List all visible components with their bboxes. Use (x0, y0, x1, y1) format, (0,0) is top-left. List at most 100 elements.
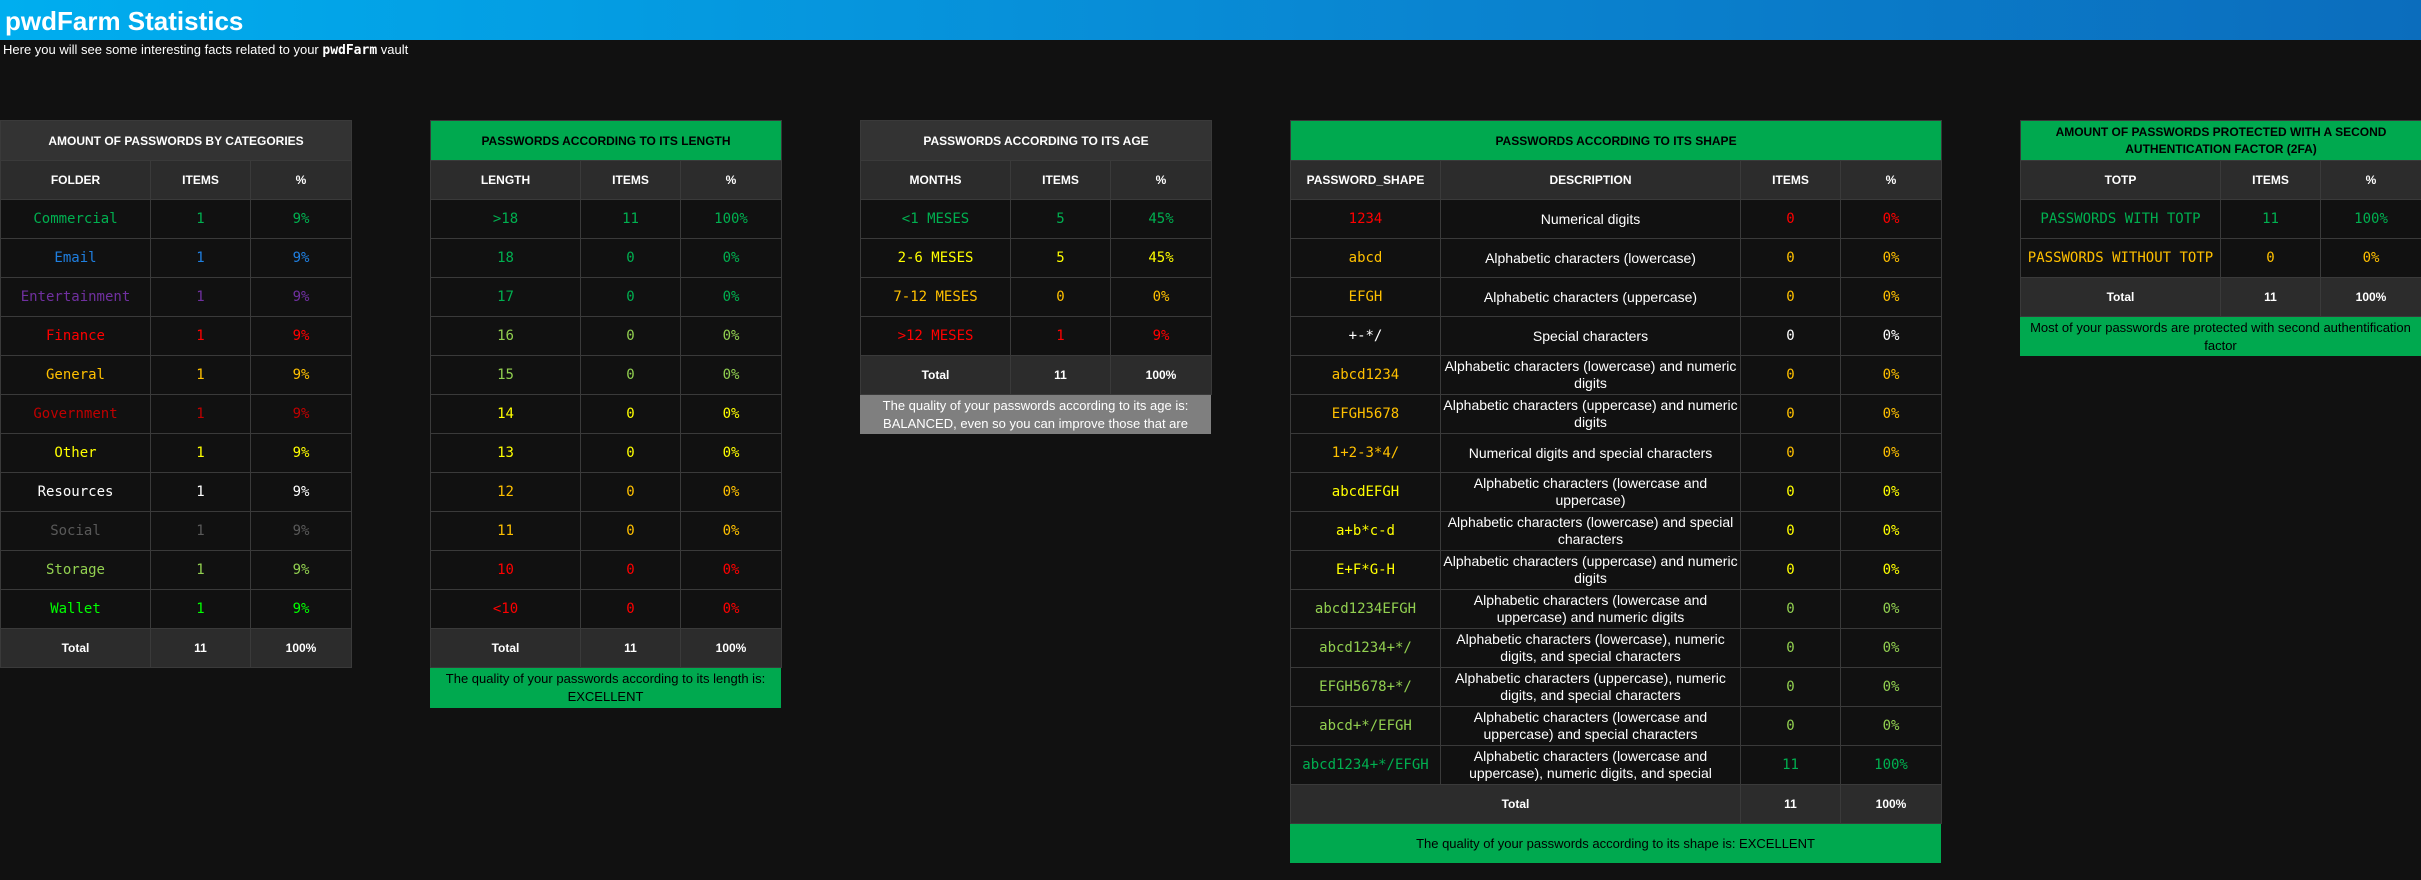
total-pct: 100% (1839, 784, 1943, 824)
table-row: a+b*c-d Alphabetic characters (lowercase)… (1290, 511, 1943, 551)
cell-label: a+b*c-d (1290, 511, 1441, 551)
table-row: 7-12 MESES 0 0% (860, 277, 1213, 317)
cell-items: 0 (1740, 199, 1841, 239)
cell-items: 0 (1740, 433, 1841, 473)
table-row: Email 1 9% (0, 238, 353, 278)
cell-pct: 9% (249, 199, 353, 239)
total-items: 11 (150, 628, 251, 668)
cell-items: 0 (1740, 550, 1841, 590)
cell-items: 0 (1740, 511, 1841, 551)
cell-label: General (0, 355, 151, 395)
cell-pct: 9% (249, 316, 353, 356)
cell-pct: 0% (679, 394, 783, 434)
cell-desc: Alphabetic characters (uppercase) and nu… (1440, 550, 1741, 590)
shape-title: PASSWORDS ACCORDING TO ITS SHAPE (1289, 120, 1943, 161)
cell-items: 1 (150, 433, 251, 473)
cell-label: 10 (430, 550, 581, 590)
cell-label: EFGH5678+*/ (1290, 667, 1441, 707)
cell-label: <10 (430, 589, 581, 629)
cell-pct: 0% (679, 238, 783, 278)
cell-pct: 0% (1839, 628, 1943, 668)
column-header: MONTHS (860, 160, 1011, 200)
cell-pct: 0% (1839, 394, 1943, 434)
cell-items: 1 (150, 472, 251, 512)
cell-label: EFGH (1290, 277, 1441, 317)
cell-pct: 100% (2319, 199, 2421, 239)
cell-items: 1 (150, 199, 251, 239)
table-row: abcd+*/EFGH Alphabetic characters (lowerc… (1290, 706, 1943, 746)
length-block: PASSWORDS ACCORDING TO ITS LENGTH LENGTH… (429, 120, 783, 708)
shape-total-row: Total 11 100% (1290, 784, 1943, 824)
column-header: DESCRIPTION (1440, 160, 1741, 200)
total-pct: 100% (249, 628, 353, 668)
cell-desc: Alphabetic characters (uppercase) (1440, 277, 1741, 317)
cell-desc: Alphabetic characters (uppercase) and nu… (1440, 394, 1741, 434)
table-row: 2-6 MESES 5 45% (860, 238, 1213, 278)
cell-items: 1 (150, 511, 251, 551)
cell-pct: 9% (249, 511, 353, 551)
total-label: Total (2020, 277, 2221, 317)
cell-items: 5 (1010, 238, 1111, 278)
cell-label: abcd+*/EFGH (1290, 706, 1441, 746)
total-items: 11 (1740, 784, 1841, 824)
shape-quality-note: The quality of your passwords according … (1290, 824, 1941, 863)
column-header: ITEMS (580, 160, 681, 200)
cell-items: 11 (2220, 199, 2321, 239)
cell-pct: 0% (1839, 706, 1943, 746)
cell-pct: 45% (1109, 199, 1213, 239)
shape-block: PASSWORDS ACCORDING TO ITS SHAPE PASSWOR… (1289, 120, 1943, 863)
table-row: 14 0 0% (430, 394, 783, 434)
age-quality-note: The quality of your passwords according … (860, 395, 1211, 434)
table-row: abcd1234+*/EFGH Alphabetic characters (lo… (1290, 745, 1943, 785)
cell-label: 15 (430, 355, 581, 395)
table-row: EFGH5678 Alphabetic characters (uppercase… (1290, 394, 1943, 434)
cell-label: Finance (0, 316, 151, 356)
subtitle-brand: pwdFarm (322, 43, 378, 58)
cell-label: abcd1234EFGH (1290, 589, 1441, 629)
cell-items: 0 (580, 394, 681, 434)
cell-desc: Alphabetic characters (lowercase), numer… (1440, 628, 1741, 668)
cell-items: 1 (150, 277, 251, 317)
table-row: >12 MESES 1 9% (860, 316, 1213, 356)
column-header: LENGTH (430, 160, 581, 200)
table-row: +-*/Special characters 0 0% (1290, 316, 1943, 356)
cell-pct: 9% (1109, 316, 1213, 356)
table-row: 15 0 0% (430, 355, 783, 395)
cell-items: 1 (1010, 316, 1111, 356)
cell-items: 0 (1740, 238, 1841, 278)
twofa-table: AMOUNT OF PASSWORDS PROTECTED WITH A SEC… (2019, 120, 2421, 317)
cell-pct: 0% (1839, 589, 1943, 629)
cell-pct: 9% (249, 589, 353, 629)
length-quality-note: The quality of your passwords according … (430, 668, 781, 708)
table-row: <10 0 0% (430, 589, 783, 629)
table-row: Finance 1 9% (0, 316, 353, 356)
cell-label: 1234 (1290, 199, 1441, 239)
length-total-row: Total 11 100% (430, 628, 783, 668)
twofa-block: AMOUNT OF PASSWORDS PROTECTED WITH A SEC… (2019, 120, 2421, 356)
cell-items: 0 (580, 550, 681, 590)
cell-label: Entertainment (0, 277, 151, 317)
table-row: 18 0 0% (430, 238, 783, 278)
cell-items: 0 (580, 316, 681, 356)
cell-label: 1+2-3*4/ (1290, 433, 1441, 473)
column-header: % (1109, 160, 1213, 200)
cell-pct: 9% (249, 355, 353, 395)
cell-desc: Alphabetic characters (lowercase and upp… (1440, 745, 1741, 785)
cell-pct: 0% (679, 472, 783, 512)
cell-items: 0 (2220, 238, 2321, 278)
column-header: ITEMS (1010, 160, 1111, 200)
cell-pct: 0% (679, 355, 783, 395)
cell-label: 2-6 MESES (860, 238, 1011, 278)
table-row: EFGH Alphabetic characters (uppercase) 0 0% (1290, 277, 1943, 317)
cell-desc: Alphabetic characters (lowercase) and sp… (1440, 511, 1741, 551)
table-row: 11 0 0% (430, 511, 783, 551)
cell-items: 5 (1010, 199, 1111, 239)
table-row: 10 0 0% (430, 550, 783, 590)
twofa-header-row: TOTP ITEMS % (2020, 160, 2421, 200)
cell-pct: 9% (249, 394, 353, 434)
cell-desc: Alphabetic characters (lowercase) (1440, 238, 1741, 278)
column-header: TOTP (2020, 160, 2221, 200)
cell-desc: Numerical digits and special characters (1440, 433, 1741, 473)
cell-items: 1 (150, 394, 251, 434)
table-row: Resources 1 9% (0, 472, 353, 512)
